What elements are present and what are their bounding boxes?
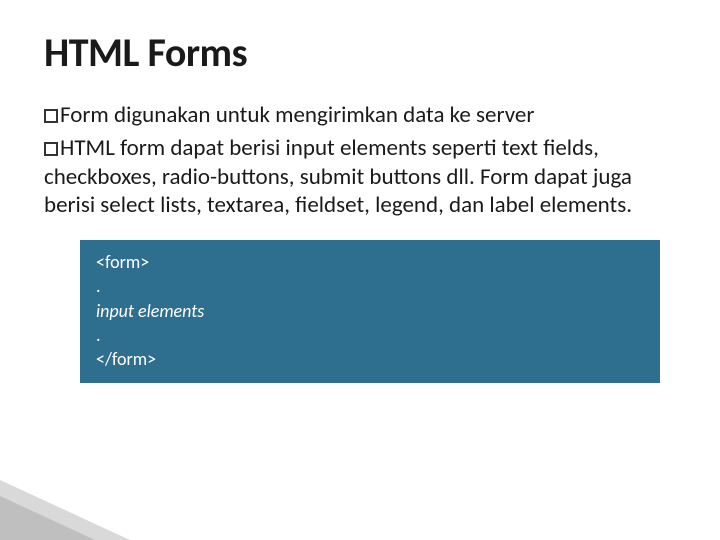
list-item: HTML form dapat berisi input elements se… <box>44 134 676 220</box>
bullet-text: form dapat berisi input elements seperti… <box>44 134 632 220</box>
bullet-prefix: Form <box>60 101 109 129</box>
code-example-box: <form> . input elements . </form> <box>80 240 660 383</box>
code-line: <form> <box>96 250 644 274</box>
code-line: input elements <box>96 299 644 323</box>
bullet-prefix: HTML <box>60 134 115 162</box>
code-line: . <box>96 323 644 347</box>
bullet-marker-icon <box>44 109 58 123</box>
slide-title: HTML Forms <box>44 28 676 77</box>
slide-content: HTML Forms Form digunakan untuk mengirim… <box>0 0 720 383</box>
bullet-marker-icon <box>44 142 58 156</box>
list-item: Form digunakan untuk mengirimkan data ke… <box>44 101 676 130</box>
decorative-triangle-icon <box>0 496 95 540</box>
bullet-list: Form digunakan untuk mengirimkan data ke… <box>44 101 676 220</box>
code-line: . <box>96 274 644 298</box>
bullet-text: digunakan untuk mengirimkan data ke serv… <box>109 101 535 129</box>
code-line: </form> <box>96 347 644 371</box>
